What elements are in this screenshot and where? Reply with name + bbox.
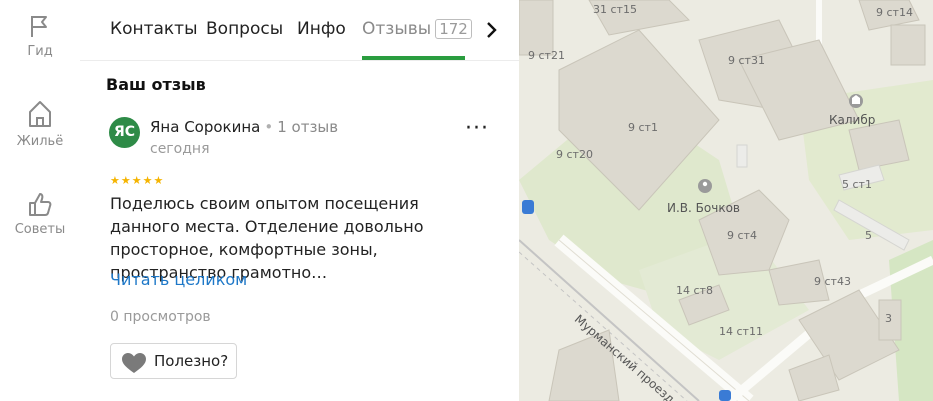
flag-icon [31, 16, 47, 37]
map-label: 9 ст4 [727, 229, 757, 242]
rating-stars: ★★★★★ [110, 174, 165, 187]
map-label: 9 ст43 [814, 275, 851, 288]
tab-reviews-label: Отзывы [362, 19, 432, 39]
map-view[interactable]: 31 ст15 9 ст14 9 ст21 9 ст31 Калибр 9 ст… [519, 0, 933, 401]
tab-bar: Контакты Вопросы Инфо Отзывы 172 [80, 0, 519, 61]
views-count: 0 просмотров [110, 309, 211, 325]
rail-item-label: Жильё [16, 134, 64, 149]
avatar[interactable]: ЯС [109, 117, 140, 148]
map-label: 9 ст1 [628, 121, 658, 134]
tab-contacts[interactable]: Контакты [110, 19, 198, 39]
more-options-icon[interactable]: ··· [465, 118, 489, 140]
separator-dot: • [264, 118, 274, 136]
author-line: Яна Сорокина • 1 отзыв [150, 118, 338, 136]
map-label: 14 ст11 [719, 325, 763, 338]
rail-item-guide[interactable]: Гид [0, 12, 80, 59]
map-poi-label[interactable]: Калибр [829, 113, 875, 127]
read-more-link[interactable]: Читать целиком [110, 270, 247, 289]
author-name[interactable]: Яна Сорокина [150, 118, 260, 136]
review-panel: Контакты Вопросы Инфо Отзывы 172 Ваш отзы… [80, 0, 519, 401]
tab-reviews[interactable]: Отзывы 172 [362, 19, 472, 39]
useful-button[interactable]: Полезно? [110, 343, 237, 379]
map-label: 9 ст21 [528, 49, 565, 62]
map-label: 31 ст15 [593, 3, 637, 16]
heart-icon [122, 353, 146, 373]
map-label: 9 ст14 [876, 6, 913, 19]
active-tab-indicator [362, 56, 465, 60]
reviews-count-badge: 172 [435, 19, 472, 39]
rail-item-label: Советы [14, 222, 66, 237]
map-label: 14 ст8 [676, 284, 713, 297]
left-rail: Гид Жильё Советы [0, 0, 81, 401]
author-reviews-count: 1 отзыв [277, 118, 339, 136]
map-label: 5 ст1 [842, 178, 872, 191]
tab-info[interactable]: Инфо [297, 19, 346, 39]
map-label: 9 ст20 [556, 148, 593, 161]
thumb-up-icon [29, 193, 52, 216]
your-review-heading: Ваш отзыв [106, 75, 206, 94]
chevron-right-icon[interactable] [485, 20, 499, 40]
useful-label: Полезно? [154, 352, 229, 370]
building-icon [29, 101, 51, 127]
rail-item-label: Гид [27, 44, 53, 59]
tab-questions[interactable]: Вопросы [206, 19, 283, 39]
rail-item-tips[interactable]: Советы [0, 190, 80, 237]
map-poi-label[interactable]: И.В. Бочков [667, 201, 740, 215]
map-label: 5 [865, 229, 872, 242]
map-label: 9 ст31 [728, 54, 765, 67]
rail-item-housing[interactable]: Жильё [0, 98, 80, 149]
review-date: сегодня [150, 141, 210, 157]
map-label: 3 [885, 312, 892, 325]
